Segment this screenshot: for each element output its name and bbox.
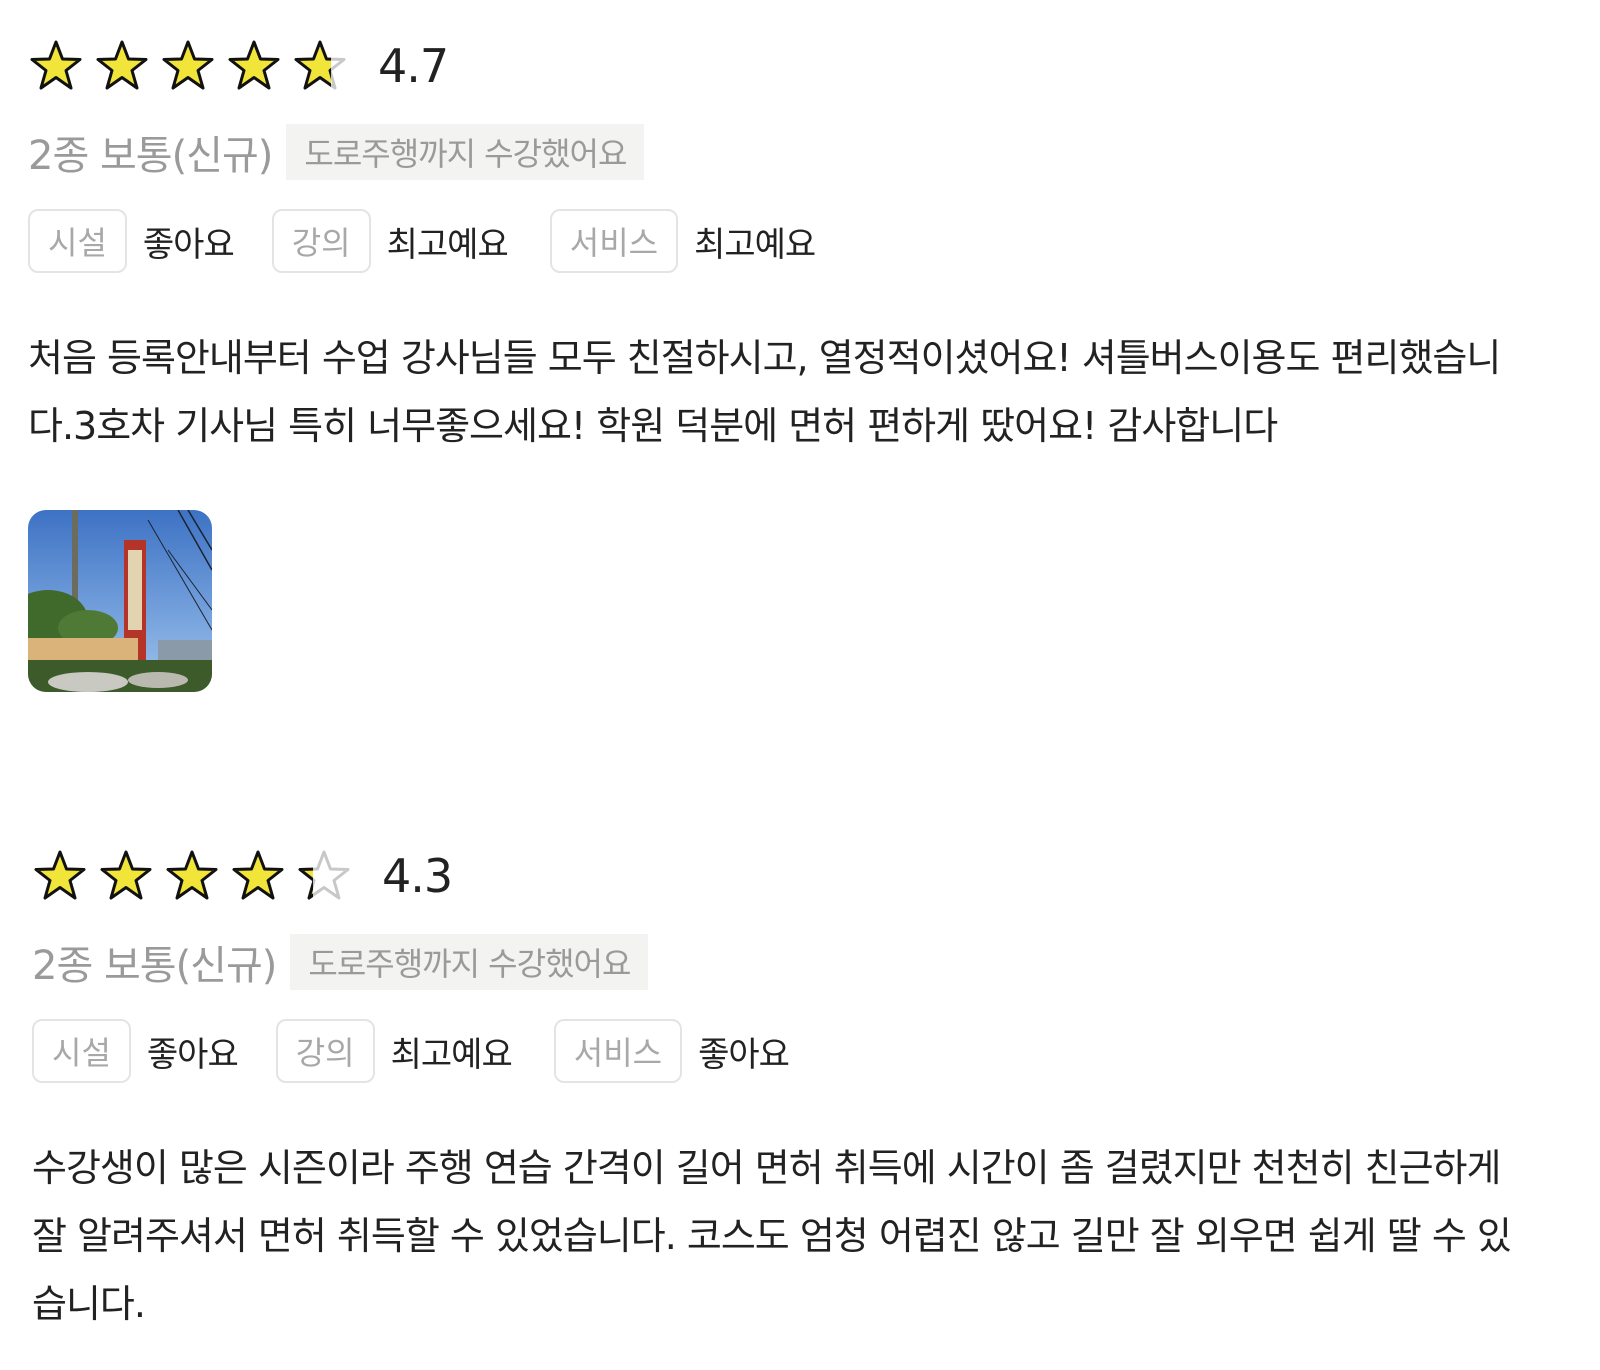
evaluation-lecture: 강의 최고예요 — [275, 1019, 513, 1083]
evaluation-label: 강의 — [271, 209, 371, 273]
review-card: 4.7 2종 보통(신규) 도로주행까지 수강했어요 시설 좋아요 강의 최고예… — [28, 34, 1568, 692]
rating-score: 4.3 — [382, 849, 453, 903]
course-name: 2종 보통(신규) — [32, 943, 277, 989]
evaluation-value: 최고예요 — [694, 224, 816, 265]
photo-thumbnail-image — [28, 510, 212, 692]
course-row: 2종 보통(신규) 도로주행까지 수강했어요 — [32, 934, 1572, 990]
evaluation-row: 시설 좋아요 강의 최고예요 서비스 최고예요 — [28, 208, 1568, 274]
rating-score: 4.7 — [378, 39, 449, 93]
evaluation-value: 좋아요 — [146, 1034, 239, 1075]
star-rating — [28, 38, 358, 94]
star-icon — [230, 848, 286, 904]
evaluation-value: 최고예요 — [386, 224, 509, 265]
star-rating — [32, 848, 362, 904]
course-tag: 도로주행까지 수강했어요 — [290, 934, 649, 990]
star-icon — [98, 848, 154, 904]
evaluation-label: 강의 — [275, 1019, 375, 1083]
review-card: 4.3 2종 보통(신규) 도로주행까지 수강했어요 시설 좋아요 강의 최고예… — [32, 844, 1572, 1338]
evaluation-value: 최고예요 — [390, 1034, 513, 1075]
star-icon — [160, 38, 216, 94]
evaluation-label: 서비스 — [553, 1019, 683, 1083]
evaluation-value: 좋아요 — [142, 224, 235, 265]
star-icon — [296, 848, 352, 904]
star-icon — [164, 848, 220, 904]
evaluation-lecture: 강의 최고예요 — [271, 209, 509, 273]
course-name: 2종 보통(신규) — [28, 133, 273, 179]
star-icon — [226, 38, 282, 94]
review-text: 수강생이 많은 시즌이라 주행 연습 간격이 길어 면허 취득에 시간이 좀 걸… — [32, 1146, 1512, 1326]
evaluation-service: 서비스 최고예요 — [549, 209, 816, 273]
star-icon — [28, 38, 84, 94]
evaluation-label: 서비스 — [549, 209, 679, 273]
rating-row: 4.3 — [32, 844, 1572, 908]
rating-row: 4.7 — [28, 34, 1568, 98]
evaluation-value: 좋아요 — [698, 1034, 790, 1075]
evaluation-row: 시설 좋아요 강의 최고예요 서비스 좋아요 — [32, 1018, 1572, 1084]
evaluation-label: 시설 — [28, 209, 127, 273]
star-icon — [32, 848, 88, 904]
course-row: 2종 보통(신규) 도로주행까지 수강했어요 — [28, 124, 1568, 180]
evaluation-facility: 시설 좋아요 — [32, 1019, 239, 1083]
star-icon — [94, 38, 150, 94]
evaluation-label: 시설 — [32, 1019, 131, 1083]
course-tag: 도로주행까지 수강했어요 — [286, 124, 645, 180]
review-photo[interactable] — [28, 510, 212, 692]
review-text: 처음 등록안내부터 수업 강사님들 모두 친절하시고, 열정적이셨어요! 셔틀버… — [28, 336, 1501, 448]
evaluation-service: 서비스 좋아요 — [553, 1019, 790, 1083]
star-icon — [292, 38, 348, 94]
evaluation-facility: 시설 좋아요 — [28, 209, 235, 273]
